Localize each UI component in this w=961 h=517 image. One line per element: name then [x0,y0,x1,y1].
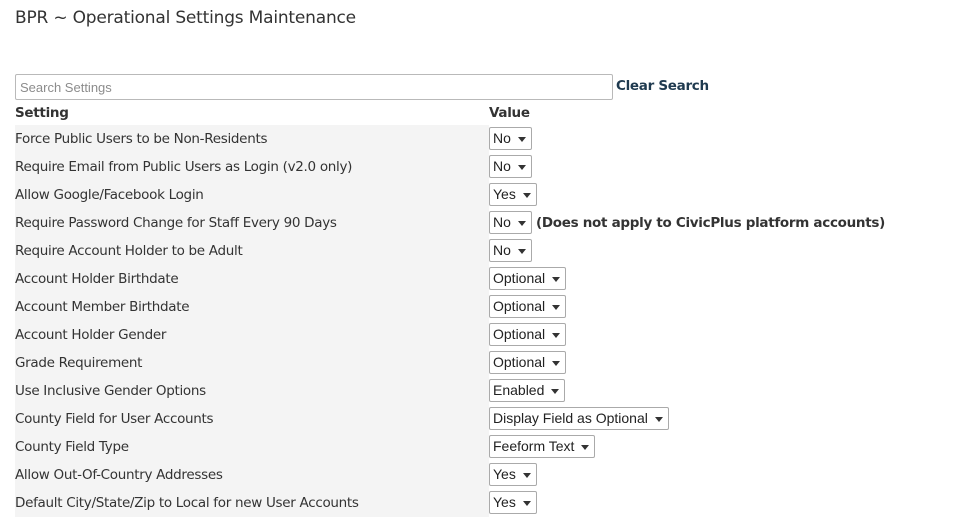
column-header-setting: Setting [15,105,69,121]
table-row: Account Holder Gender Optional [15,321,945,349]
setting-label: Require Account Holder to be Adult [15,237,489,265]
clear-search-link[interactable]: Clear Search [616,78,709,94]
setting-note: (Does not apply to CivicPlus platform ac… [536,215,886,231]
setting-label: Allow Google/Facebook Login [15,181,489,209]
setting-value-cell: Enabled [489,377,945,405]
setting-value-cell: Optional [489,321,945,349]
dropdown-selected-value: No [493,242,511,258]
chevron-down-icon [517,249,526,254]
setting-label: Default City/State/Zip to Local for new … [15,489,489,517]
table-row: Allow Google/Facebook Login Yes [15,181,945,209]
dropdown-selected-value: No [493,130,511,146]
table-row: County Field for User Accounts Display Fi… [15,405,945,433]
chevron-down-icon [552,333,561,338]
chevron-down-icon [517,165,526,170]
setting-value-dropdown[interactable]: Yes [489,491,537,514]
setting-value-dropdown[interactable]: No [489,211,532,234]
setting-label: Allow Out-Of-Country Addresses [15,461,489,489]
setting-value-dropdown[interactable]: No [489,239,532,262]
table-row: Account Member Birthdate Optional [15,293,945,321]
column-header-value: Value [489,105,530,121]
chevron-down-icon [522,193,531,198]
setting-value-dropdown[interactable]: Optional [489,323,567,346]
setting-value-dropdown[interactable]: No [489,127,532,150]
table-row: Force Public Users to be Non-Residents No [15,125,945,153]
setting-value-cell: No [489,125,945,153]
setting-value-dropdown[interactable]: Yes [489,183,537,206]
chevron-down-icon [581,445,590,450]
dropdown-selected-value: Yes [493,186,516,202]
search-input[interactable] [15,74,613,100]
setting-label: County Field Type [15,433,489,461]
table-row: Account Holder Birthdate Optional [15,265,945,293]
table-row: Require Account Holder to be Adult No [15,237,945,265]
chevron-down-icon [552,305,561,310]
chevron-down-icon [654,417,663,422]
setting-value-cell: No (Does not apply to CivicPlus platform … [489,209,945,237]
chevron-down-icon [522,501,531,506]
dropdown-selected-value: Optional [493,326,546,342]
dropdown-selected-value: Feeform Text [493,438,575,454]
chevron-down-icon [517,221,526,226]
table-row: Allow Out-Of-Country Addresses Yes [15,461,945,489]
setting-value-cell: Yes [489,461,945,489]
setting-value-cell: Optional [489,349,945,377]
settings-table: Force Public Users to be Non-Residents No… [15,125,945,517]
dropdown-selected-value: Enabled [493,382,545,398]
dropdown-selected-value: Optional [493,270,546,286]
setting-label: Require Password Change for Staff Every … [15,209,489,237]
table-row: Grade Requirement Optional [15,349,945,377]
setting-value-dropdown[interactable]: Yes [489,463,537,486]
setting-value-cell: No [489,153,945,181]
setting-label: Use Inclusive Gender Options [15,377,489,405]
setting-value-dropdown[interactable]: Enabled [489,379,566,402]
dropdown-selected-value: Optional [493,354,546,370]
chevron-down-icon [522,473,531,478]
setting-label: Force Public Users to be Non-Residents [15,125,489,153]
setting-value-dropdown[interactable]: Optional [489,295,567,318]
setting-label: Account Holder Gender [15,321,489,349]
chevron-down-icon [552,361,561,366]
table-header: Setting Value [15,105,945,123]
dropdown-selected-value: Yes [493,494,516,510]
setting-value-cell: Yes [489,489,945,517]
setting-label: County Field for User Accounts [15,405,489,433]
chevron-down-icon [552,277,561,282]
chevron-down-icon [551,389,560,394]
setting-value-dropdown[interactable]: Feeform Text [489,435,596,458]
setting-label: Account Holder Birthdate [15,265,489,293]
dropdown-selected-value: No [493,158,511,174]
setting-label: Account Member Birthdate [15,293,489,321]
table-row: Require Password Change for Staff Every … [15,209,945,237]
setting-value-cell: Optional [489,265,945,293]
setting-value-cell: Feeform Text [489,433,945,461]
dropdown-selected-value: Optional [493,298,546,314]
page-title: BPR ~ Operational Settings Maintenance [15,8,356,28]
dropdown-selected-value: No [493,214,511,230]
dropdown-selected-value: Yes [493,466,516,482]
table-row: Use Inclusive Gender Options Enabled [15,377,945,405]
setting-value-cell: No [489,237,945,265]
table-row: Default City/State/Zip to Local for new … [15,489,945,517]
setting-value-cell: Yes [489,181,945,209]
setting-value-dropdown[interactable]: Display Field as Optional [489,407,669,430]
setting-value-cell: Optional [489,293,945,321]
setting-label: Grade Requirement [15,349,489,377]
dropdown-selected-value: Display Field as Optional [493,410,648,426]
setting-value-cell: Display Field as Optional [489,405,945,433]
table-row: Require Email from Public Users as Login… [15,153,945,181]
table-row: County Field Type Feeform Text [15,433,945,461]
setting-value-dropdown[interactable]: Optional [489,351,567,374]
setting-value-dropdown[interactable]: Optional [489,267,567,290]
setting-label: Require Email from Public Users as Login… [15,153,489,181]
setting-value-dropdown[interactable]: No [489,155,532,178]
chevron-down-icon [517,137,526,142]
